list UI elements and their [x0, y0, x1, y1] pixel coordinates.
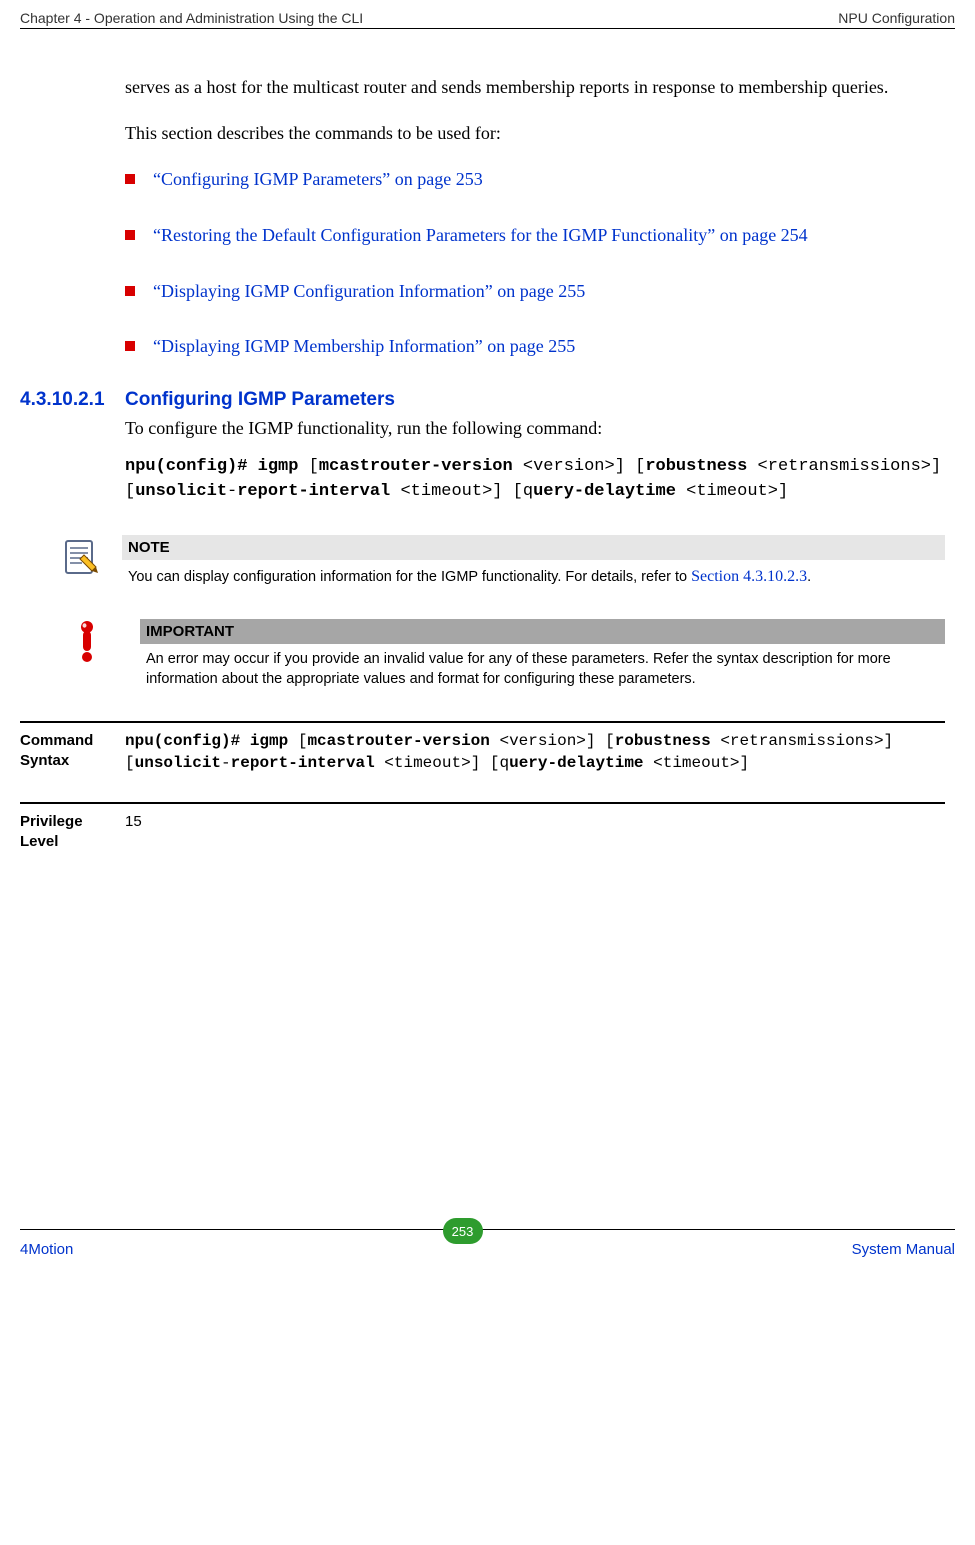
- link-list: “Configuring IGMP Parameters” on page 25…: [125, 166, 945, 362]
- cmd-fragment: <timeout>] [q: [390, 482, 533, 501]
- section-title: Configuring IGMP Parameters: [125, 389, 395, 411]
- cmd-fragment: -: [227, 482, 237, 501]
- privilege-level-row: Privilege Level 15: [20, 802, 945, 879]
- command-example: npu(config)# igmp [mcastrouter-version <…: [125, 455, 945, 504]
- note-icon: [60, 535, 122, 582]
- cmd-fragment: [: [288, 732, 307, 750]
- cmd-fragment: uery-delaytime: [509, 754, 643, 772]
- note-period: .: [807, 569, 811, 585]
- section-number: 4.3.10.2.1: [20, 389, 125, 411]
- important-callout: IMPORTANT An error may occur if you prov…: [60, 619, 945, 691]
- cmd-fragment: mcastrouter-version: [319, 457, 513, 476]
- bullet-icon: [125, 174, 135, 184]
- section-heading: 4.3.10.2.1 Configuring IGMP Parameters: [20, 389, 955, 411]
- list-item: “Displaying IGMP Configuration Informati…: [125, 278, 945, 306]
- cmd-fragment: [: [298, 457, 318, 476]
- footer-left: 4Motion: [20, 1241, 73, 1258]
- cmd-fragment: <timeout>]: [676, 482, 788, 501]
- cmd-fragment: report-interval: [231, 754, 375, 772]
- cmd-fragment: <timeout>] [q: [375, 754, 509, 772]
- cmd-fragment: <version>] [: [513, 457, 646, 476]
- link-text[interactable]: “Displaying IGMP Configuration Informati…: [153, 278, 585, 306]
- list-item: “Configuring IGMP Parameters” on page 25…: [125, 166, 945, 194]
- definition-table: Command Syntax npu(config)# igmp [mcastr…: [20, 721, 945, 879]
- command-syntax-row: Command Syntax npu(config)# igmp [mcastr…: [20, 721, 945, 802]
- header-right: NPU Configuration: [838, 10, 955, 26]
- link-text[interactable]: “Configuring IGMP Parameters” on page 25…: [153, 166, 483, 194]
- note-link[interactable]: Section 4.3.10.2.3: [691, 568, 807, 585]
- cmd-fragment: unsolicit: [135, 754, 221, 772]
- note-body: You can display configuration informatio…: [122, 560, 945, 590]
- command-syntax-label: Command Syntax: [20, 731, 125, 774]
- cmd-fragment: -: [221, 754, 231, 772]
- intro-paragraph-1: serves as a host for the multicast route…: [125, 74, 945, 102]
- page-number: 253: [452, 1224, 474, 1239]
- page-footer: 4Motion 253 System Manual: [20, 1229, 955, 1262]
- header-left: Chapter 4 - Operation and Administration…: [20, 10, 363, 26]
- link-text[interactable]: “Displaying IGMP Membership Information”…: [153, 333, 575, 361]
- important-body: An error may occur if you provide an inv…: [140, 644, 945, 691]
- note-callout: NOTE You can display configuration infor…: [60, 535, 945, 590]
- link-text[interactable]: “Restoring the Default Configuration Par…: [153, 222, 808, 250]
- privilege-level-label: Privilege Level: [20, 812, 125, 851]
- note-text: You can display configuration informatio…: [128, 569, 691, 585]
- intro-paragraph-2: This section describes the commands to b…: [125, 120, 945, 148]
- bullet-icon: [125, 341, 135, 351]
- bullet-icon: [125, 230, 135, 240]
- cmd-fragment: npu(config)# igmp: [125, 732, 288, 750]
- important-icon: [60, 619, 140, 668]
- footer-right: System Manual: [852, 1241, 955, 1258]
- cmd-fragment: npu(config)# igmp: [125, 457, 298, 476]
- section-lead: To configure the IGMP functionality, run…: [125, 415, 945, 443]
- cmd-fragment: robustness: [645, 457, 747, 476]
- list-item: “Restoring the Default Configuration Par…: [125, 222, 945, 250]
- cmd-fragment: report-interval: [237, 482, 390, 501]
- privilege-level-value: 15: [125, 812, 945, 851]
- cmd-fragment: uery-delaytime: [533, 482, 676, 501]
- cmd-fragment: <version>] [: [490, 732, 615, 750]
- list-item: “Displaying IGMP Membership Information”…: [125, 333, 945, 361]
- cmd-fragment: unsolicit: [135, 482, 227, 501]
- note-title: NOTE: [122, 535, 945, 560]
- page-number-badge: 253: [443, 1218, 483, 1244]
- page-header: Chapter 4 - Operation and Administration…: [20, 10, 955, 29]
- command-syntax-value: npu(config)# igmp [mcastrouter-version <…: [125, 731, 945, 774]
- cmd-fragment: robustness: [615, 732, 711, 750]
- bullet-icon: [125, 286, 135, 296]
- important-title: IMPORTANT: [140, 619, 945, 644]
- cmd-fragment: mcastrouter-version: [307, 732, 489, 750]
- cmd-fragment: <timeout>]: [644, 754, 750, 772]
